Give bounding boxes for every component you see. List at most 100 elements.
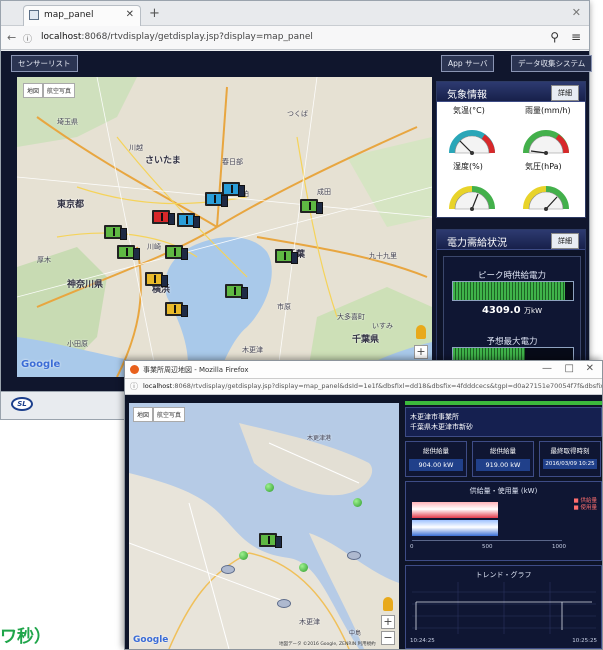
city-label: 市原 [277, 303, 291, 311]
status-indicator-bar [405, 401, 602, 405]
kpi-total-supply: 総供給量 904.00 kW [405, 441, 467, 477]
sensor-marker[interactable] [104, 225, 127, 240]
location-marker[interactable] [299, 563, 308, 572]
chart-tick: 500 [482, 544, 493, 550]
office-area-map[interactable]: 地図 航空写真 木更津 木更津港 中島 + − Google 地図データ ©20… [129, 403, 399, 649]
sensor-marker[interactable] [117, 245, 140, 260]
trend-start-time: 10:24:25 [410, 638, 435, 644]
tab-close-icon[interactable]: ✕ [126, 9, 134, 20]
office-header: 木更津市事業所 千葉県木更津市新砂 [405, 407, 602, 437]
facility-icon[interactable] [221, 565, 235, 574]
facility-icon[interactable] [347, 551, 361, 560]
sensor-list-button[interactable]: センサーリスト [11, 55, 78, 72]
new-tab-icon[interactable]: + [149, 6, 160, 21]
chart-legend: ■ 供給量 ■ 使用量 [574, 498, 597, 512]
city-label: 小田原 [67, 340, 88, 348]
google-logo: Google [21, 359, 61, 370]
power-detail-button[interactable]: 詳細 [551, 233, 579, 249]
company-logo: SL [11, 397, 33, 411]
city-label: さいたま [145, 156, 181, 166]
map-type-map-button[interactable]: 地図 [133, 407, 154, 422]
back-arrow-icon[interactable]: ← [7, 31, 16, 44]
gauge-label-temperature: 気温(°C) [453, 106, 485, 115]
sensor-marker[interactable] [300, 199, 323, 214]
window-title: 事業所周辺地図 - Mozilla Firefox [143, 366, 249, 374]
weather-title: 気象情報 [447, 90, 487, 101]
forecast-max-label: 予想最大電力 [486, 337, 538, 347]
status-area: SL [0, 392, 130, 420]
maximize-icon[interactable]: □ [565, 363, 574, 374]
peak-supply-fill [453, 282, 565, 300]
address-bar[interactable]: ⓘ localhost:8068/rtvdisplay/getdisplay.j… [125, 379, 602, 395]
sensor-marker[interactable] [222, 182, 245, 197]
peak-supply-label: ピーク時供給電力 [477, 271, 546, 281]
power-title: 電力需給状況 [447, 238, 507, 249]
window-title-bar: 事業所周辺地図 - Mozilla Firefox — □ ✕ [125, 361, 602, 379]
peak-supply-value: 4309.0 万kW [481, 305, 543, 316]
sensor-marker[interactable] [165, 302, 188, 317]
sensor-marker[interactable] [205, 192, 228, 207]
browser-window-office-map: 事業所周辺地図 - Mozilla Firefox — □ ✕ ⓘ localh… [124, 360, 603, 650]
map-type-map-button[interactable]: 地図 [23, 83, 44, 98]
usage-bar [412, 520, 498, 536]
close-icon[interactable]: ✕ [586, 363, 594, 374]
sensor-marker[interactable] [165, 245, 188, 260]
chart-tick: 1000 [552, 544, 566, 550]
gauge-label-humidity: 湿度(%) [453, 162, 483, 171]
zoom-in-button[interactable]: + [381, 615, 395, 629]
minimize-icon[interactable]: — [542, 363, 552, 374]
sensor-marker[interactable] [152, 210, 175, 225]
temperature-gauge [449, 130, 495, 155]
sensor-marker[interactable] [177, 213, 200, 228]
street-view-pegman-icon[interactable] [383, 597, 393, 611]
city-label: 九十九里 [369, 252, 397, 260]
rainfall-gauge [523, 130, 569, 155]
facility-icon[interactable] [277, 599, 291, 608]
gauge-label-rainfall: 雨量(mm/h) [525, 106, 571, 115]
supply-usage-chart: 供給量・使用量 (kW) ■ 供給量 ■ 使用量 0 500 1000 [405, 481, 602, 561]
sensor-marker[interactable] [145, 272, 168, 287]
google-logo: Google [133, 635, 169, 645]
kpi-last-updated: 最終取得時刻 2016/03/09 10:25 [539, 441, 601, 477]
office-name: 木更津市事業所 [410, 413, 459, 421]
browser-tab[interactable]: map_panel ✕ [23, 5, 141, 26]
office-address: 千葉県木更津市新砂 [410, 423, 473, 431]
search-icon[interactable]: ⚲ [550, 30, 559, 44]
office-sensor-marker[interactable] [259, 533, 282, 548]
city-label: 厚木 [37, 256, 51, 264]
location-marker[interactable] [265, 483, 274, 492]
city-label: つくば [287, 110, 308, 118]
city-label: 川崎 [147, 243, 161, 251]
firefox-icon [130, 365, 139, 374]
map-type-satellite-button[interactable]: 航空写真 [153, 407, 186, 422]
weather-panel: 気象情報 詳細 気温(°C) 雨量(mm/h) 湿度(%) 気圧(hPa) [436, 81, 586, 218]
sensor-marker[interactable] [275, 249, 298, 264]
page-info-icon[interactable]: ⓘ [23, 32, 32, 45]
tab-bar: map_panel ✕ + ✕ [1, 1, 589, 26]
sensor-marker[interactable] [225, 284, 248, 299]
location-marker[interactable] [353, 498, 362, 507]
weather-detail-button[interactable]: 詳細 [551, 85, 579, 101]
app-server-button[interactable]: App サーバ [441, 55, 495, 72]
zoom-in-button[interactable]: + [414, 345, 428, 359]
zoom-out-button[interactable]: − [381, 631, 395, 645]
street-view-pegman-icon[interactable] [416, 325, 426, 339]
trend-graph: トレンド・グラフ 10:24:25 10:25:25 [405, 565, 602, 649]
gauge-label-pressure: 気圧(hPa) [525, 162, 562, 171]
address-bar[interactable]: localhost:8068/rtvdisplay/getdisplay.jsp… [41, 32, 313, 42]
map-type-satellite-button[interactable]: 航空写真 [43, 83, 76, 98]
chart-axis [412, 540, 562, 541]
supply-usage-chart-title: 供給量・使用量 (kW) [469, 487, 538, 495]
menu-icon[interactable]: ≡ [571, 30, 581, 44]
location-marker[interactable] [239, 551, 248, 560]
trend-plot-area [412, 582, 596, 634]
city-label: 木更津 [242, 346, 263, 354]
office-display: 地図 航空写真 木更津 木更津港 中島 + − Google 地図データ ©20… [125, 395, 602, 649]
city-label: 神奈川県 [67, 280, 104, 290]
navigation-bar: ← ⓘ localhost:8068/rtvdisplay/getdisplay… [1, 26, 589, 50]
power-panel-header: 電力需給状況 詳細 [437, 230, 585, 250]
office-map-background [129, 403, 399, 649]
regional-map[interactable]: 地図 航空写真 埼玉県 さいたま 川越 東京都 神奈川県 横浜 千葉 成田 つく… [17, 77, 432, 377]
window-close-icon[interactable]: ✕ [572, 6, 581, 19]
data-system-button[interactable]: データ収集システム [511, 55, 593, 72]
